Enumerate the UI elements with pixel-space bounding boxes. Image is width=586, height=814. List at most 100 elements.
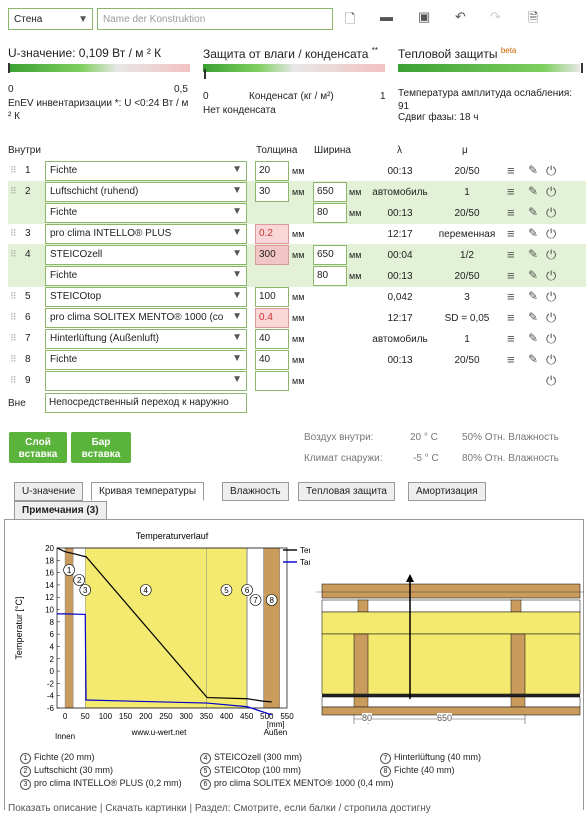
drag-handle-icon[interactable]: ⠿ — [10, 354, 17, 365]
layer-insert-button[interactable]: Слой вставка — [9, 432, 67, 463]
thickness-input[interactable]: 20 — [255, 161, 289, 181]
heat-title: Тепловой защиты beta — [398, 46, 517, 61]
inside-temp[interactable]: 20 ° C — [410, 432, 438, 443]
edit-icon[interactable]: ✎ — [528, 226, 538, 240]
drag-handle-icon[interactable]: ⠿ — [10, 291, 17, 302]
drag-handle-icon[interactable]: ⠿ — [10, 312, 17, 323]
menu-icon[interactable]: ≡ — [507, 184, 515, 199]
material-select[interactable]: Luftschicht (ruhend) ▼ — [45, 182, 247, 202]
edit-icon[interactable]: ✎ — [528, 205, 538, 219]
material-select[interactable]: Fichte ▼ — [45, 350, 247, 370]
edit-icon[interactable]: ✎ — [528, 352, 538, 366]
tab-humidity[interactable]: Влажность — [222, 482, 289, 501]
power-icon[interactable]: ⏻ — [546, 163, 556, 179]
layer-marker-label: 1 — [67, 566, 72, 575]
power-icon[interactable]: ⏻ — [546, 310, 556, 326]
material-select[interactable]: Fichte ▼ — [45, 203, 247, 223]
pdf-icon[interactable]: 🗎 — [528, 9, 538, 31]
drag-handle-icon[interactable]: ⠿ — [10, 165, 17, 176]
redo-icon[interactable]: ↷ — [490, 9, 501, 25]
menu-icon[interactable]: ≡ — [507, 289, 515, 304]
width-input[interactable]: 650 — [313, 245, 347, 265]
x-tick-label: 300 — [179, 712, 193, 721]
material-select[interactable]: Hinterlüftung (Außenluft) ▼ — [45, 329, 247, 349]
thickness-input[interactable]: 300 — [255, 245, 289, 265]
material-select[interactable]: pro clima INTELLO® PLUS ▼ — [45, 224, 247, 244]
open-folder-icon[interactable]: ▬ — [380, 9, 393, 24]
width-input[interactable]: 650 — [313, 182, 347, 202]
power-icon[interactable]: ⏻ — [546, 226, 556, 242]
tab-notes[interactable]: Примечания (3) — [14, 501, 107, 520]
inside-label: Innen — [55, 732, 75, 740]
material-select[interactable]: Fichte ▼ — [45, 266, 247, 286]
tab-temperature-curve[interactable]: Кривая температуры — [91, 482, 205, 501]
construction-name-input[interactable]: Name der Konstruktion — [97, 8, 333, 30]
footer-links[interactable]: Показать описание | Скачать картинки | Р… — [8, 803, 431, 814]
lambda-value: 00:13 — [387, 355, 413, 366]
power-icon[interactable]: ⏻ — [546, 268, 556, 284]
menu-icon[interactable]: ≡ — [507, 352, 515, 367]
inside-humidity[interactable]: 50% Отн. Влажность — [462, 432, 559, 443]
power-icon[interactable]: ⏻ — [546, 289, 556, 305]
material-select[interactable]: Fichte ▼ — [45, 161, 247, 181]
y-tick-label: 18 — [45, 556, 54, 565]
power-icon[interactable]: ⏻ — [546, 205, 556, 221]
new-file-icon[interactable]: 🗋 — [345, 10, 355, 32]
save-icon[interactable]: ▣ — [418, 9, 430, 25]
edit-icon[interactable]: ✎ — [528, 268, 538, 282]
power-icon[interactable]: ⏻ — [546, 184, 556, 200]
menu-icon[interactable]: ≡ — [507, 331, 515, 346]
width-input[interactable]: 80 — [313, 203, 347, 223]
thickness-input[interactable]: 40 — [255, 350, 289, 370]
outer-board — [321, 583, 581, 599]
thickness-input[interactable] — [255, 371, 289, 391]
drag-handle-icon[interactable]: ⠿ — [10, 228, 17, 239]
drag-handle-icon[interactable]: ⠿ — [10, 333, 17, 344]
width-input[interactable]: 80 — [313, 266, 347, 286]
thickness-input[interactable]: 100 — [255, 287, 289, 307]
tab-u-value[interactable]: U-значение — [14, 482, 84, 501]
width-unit: мм — [349, 250, 362, 260]
tab-heat-protection[interactable]: Тепловая защита — [298, 482, 395, 501]
thickness-input[interactable]: 0.2 — [255, 224, 289, 244]
material-select[interactable]: ▼ — [45, 371, 247, 391]
power-icon[interactable]: ⏻ — [546, 373, 556, 389]
heat-marker — [581, 63, 583, 73]
outside-transition-input[interactable]: Непосредственный переход к наружно — [45, 393, 247, 413]
edit-icon[interactable]: ✎ — [528, 331, 538, 345]
drag-handle-icon[interactable]: ⠿ — [10, 249, 17, 260]
menu-icon[interactable]: ≡ — [507, 163, 515, 178]
layer-number: 3 — [25, 228, 31, 239]
menu-icon[interactable]: ≡ — [507, 205, 515, 220]
outside-temp[interactable]: -5 ° C — [413, 453, 439, 464]
menu-icon[interactable]: ≡ — [507, 310, 515, 325]
thickness-input[interactable]: 30 — [255, 182, 289, 202]
material-select[interactable]: STEICOzell ▼ — [45, 245, 247, 265]
thickness-unit: мм — [292, 376, 305, 386]
power-icon[interactable]: ⏻ — [546, 352, 556, 368]
menu-icon[interactable]: ≡ — [507, 247, 515, 262]
menu-icon[interactable]: ≡ — [507, 268, 515, 283]
outside-humidity[interactable]: 80% Отн. Влажность — [462, 453, 559, 464]
temperature-chart: -6-4-2024681012141618200 50 100 150 200 250 30… — [14, 531, 310, 740]
menu-icon[interactable]: ≡ — [507, 226, 515, 241]
power-icon[interactable]: ⏻ — [546, 331, 556, 347]
undo-icon[interactable]: ↶ — [455, 9, 466, 25]
material-select[interactable]: STEICOtop ▼ — [45, 287, 247, 307]
material-select[interactable]: pro clima SOLITEX MENTO® 1000 (co ▼ — [45, 308, 247, 328]
drag-handle-icon[interactable]: ⠿ — [10, 375, 17, 386]
layer-band — [247, 547, 264, 709]
tab-damping[interactable]: Амортизация — [408, 482, 486, 501]
thickness-input[interactable]: 40 — [255, 329, 289, 349]
edit-icon[interactable]: ✎ — [528, 289, 538, 303]
construction-type-select[interactable]: Стена ▼ — [8, 8, 93, 30]
edit-icon[interactable]: ✎ — [528, 247, 538, 261]
power-icon[interactable]: ⏻ — [546, 247, 556, 263]
thickness-input[interactable]: 0.4 — [255, 308, 289, 328]
edit-icon[interactable]: ✎ — [528, 310, 538, 324]
bar-insert-button[interactable]: Бар вставка — [71, 432, 131, 463]
edit-icon[interactable]: ✎ — [528, 163, 538, 177]
drag-handle-icon[interactable]: ⠿ — [10, 186, 17, 197]
moisture-scale-label: Конденсат (кг / м²) — [249, 91, 334, 102]
edit-icon[interactable]: ✎ — [528, 184, 538, 198]
